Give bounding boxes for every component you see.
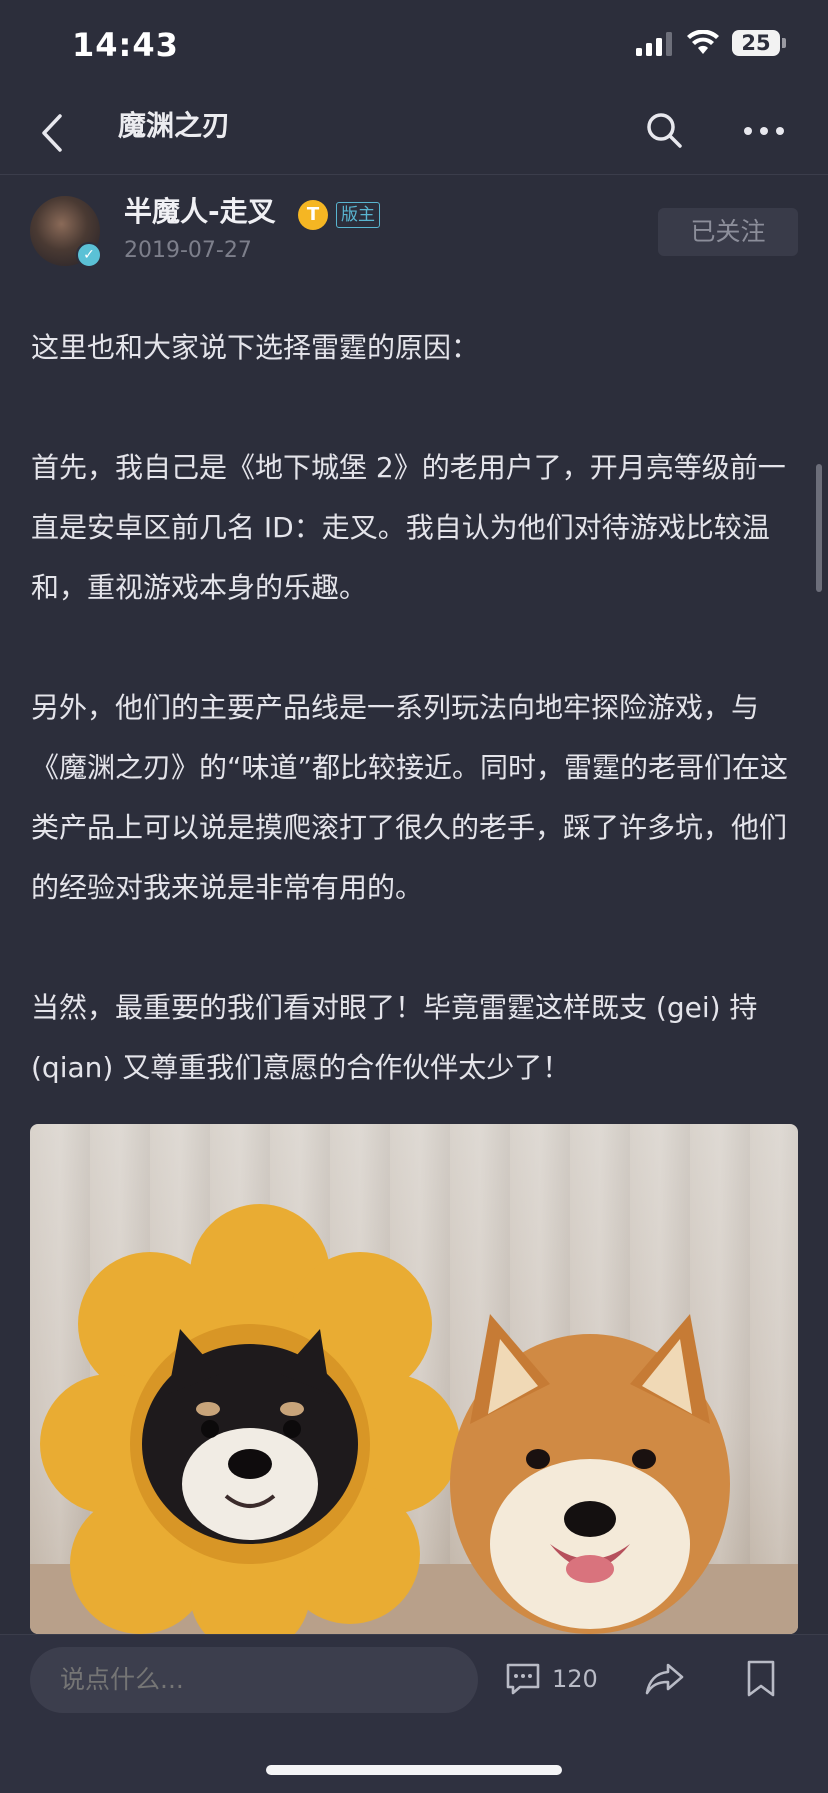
post-paragraph: 另外，他们的主要产品线是一系列玩法向地牢探险游戏，与《魔渊之刃》的“味道”都比较… <box>31 691 789 904</box>
comment-bubble-icon <box>506 1663 540 1695</box>
shiba-dogs-illustration <box>30 1204 798 1634</box>
scrollbar[interactable] <box>816 464 822 592</box>
post-paragraph: 首先，我自己是《地下城堡 2》的老用户了，开月亮等级前一直是安卓区前几名 ID：… <box>31 451 786 604</box>
verified-check-icon: ✓ <box>76 242 102 268</box>
comments-button[interactable]: 120 <box>504 1661 604 1701</box>
back-arrow-icon[interactable] <box>38 112 68 154</box>
wifi-icon <box>687 30 719 54</box>
nav-bar: 魔渊之刃 <box>0 92 828 175</box>
home-indicator <box>266 1765 562 1775</box>
status-time: 14:43 <box>72 26 179 64</box>
post-paragraph: 当然，最重要的我们看对眼了！毕竟雷霆这样既支 (gei) 持 (qian) 又尊… <box>31 991 758 1084</box>
post-content: 这里也和大家说下选择雷霆的原因： 首先，我自己是《地下城堡 2》的老用户了，开月… <box>31 318 801 1098</box>
post-image[interactable] <box>30 1124 798 1634</box>
more-options-icon[interactable] <box>740 116 788 146</box>
comment-input[interactable] <box>30 1647 478 1713</box>
cellular-signal-icon <box>636 32 672 56</box>
rank-badge: T <box>298 200 328 230</box>
author-row: ✓ 半魔人-走叉 T 版主 2019-07-27 已关注 <box>0 188 828 278</box>
share-icon[interactable] <box>644 1661 686 1697</box>
battery-cap <box>782 38 786 48</box>
post-paragraph: 这里也和大家说下选择雷霆的原因： <box>31 331 480 364</box>
search-icon[interactable] <box>644 110 684 150</box>
battery-indicator: 25 <box>732 30 780 56</box>
author-name[interactable]: 半魔人-走叉 <box>124 192 276 232</box>
bottom-action-bar: 120 <box>0 1634 828 1793</box>
status-bar: 14:43 25 <box>0 0 828 90</box>
comment-count: 120 <box>552 1665 598 1693</box>
post-date: 2019-07-27 <box>124 238 252 263</box>
follow-button[interactable]: 已关注 <box>658 208 798 256</box>
moderator-badge: 版主 <box>336 202 380 228</box>
bookmark-icon[interactable] <box>744 1659 778 1699</box>
page-title: 魔渊之刃 <box>118 109 231 142</box>
